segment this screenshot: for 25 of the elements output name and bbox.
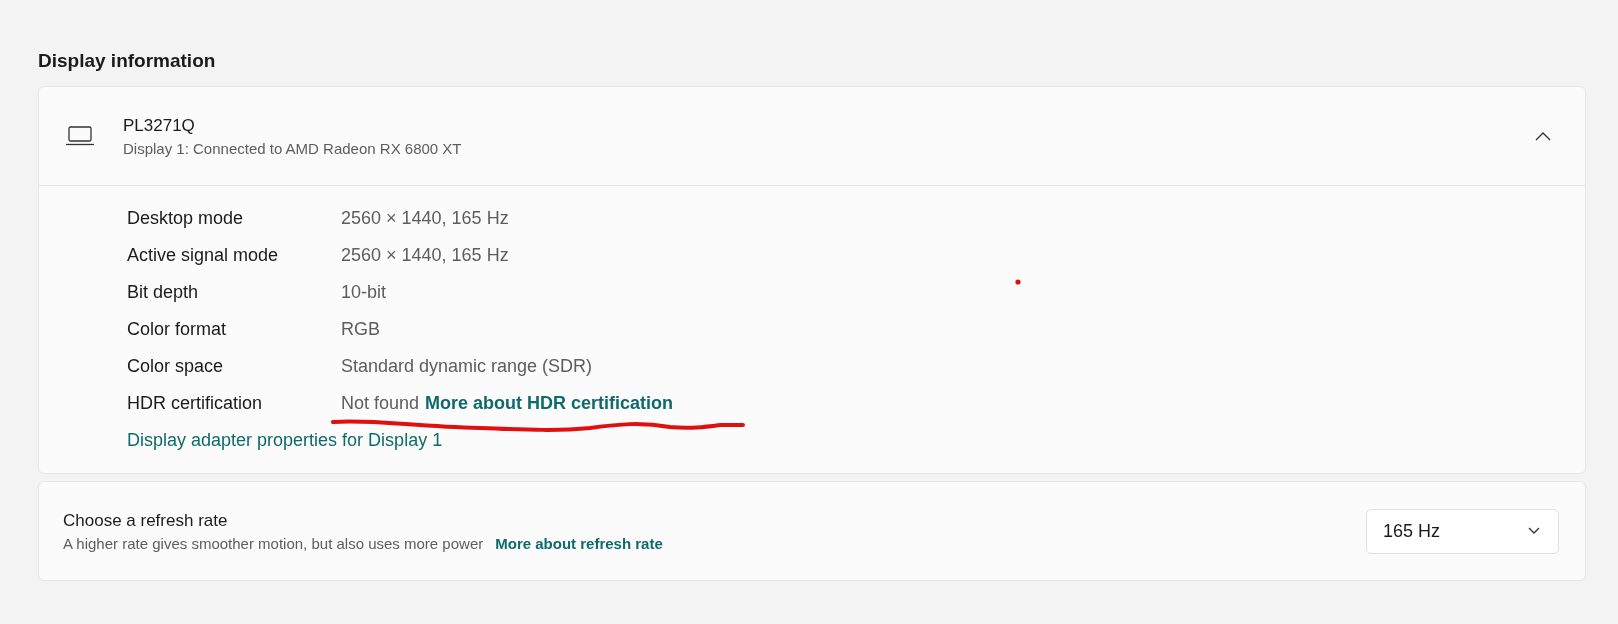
detail-value: Standard dynamic range (SDR) <box>341 356 593 377</box>
detail-label: Color space <box>127 356 225 377</box>
detail-label: Bit depth <box>127 282 200 303</box>
hdr-link[interactable]: More about HDR certification <box>425 393 674 414</box>
detail-value: RGB <box>341 319 380 340</box>
detail-value: 2560 × 1440, 165 Hz <box>341 208 509 229</box>
adapter-properties-link[interactable]: Display adapter properties for Display 1 <box>127 430 1585 451</box>
dot-mark <box>1015 279 1021 285</box>
display-name: PL3271Q <box>123 115 196 136</box>
chevron-icon[interactable] <box>1535 131 1551 141</box>
detail-label: HDR certification <box>127 393 264 414</box>
display-subtitle: Display 1: Connected to AMD Radeon RX 6800 XT <box>123 139 463 157</box>
refresh-title: Choose a refresh rate <box>63 510 229 531</box>
refresh-rate-dropdown[interactable]: 165 Hz <box>1366 508 1559 554</box>
detail-label: Desktop mode <box>127 208 245 229</box>
detail-label: Active signal mode <box>127 245 280 266</box>
detail-value: Not found <box>341 393 420 414</box>
section-title: Display information <box>38 50 217 72</box>
detail-label: Color format <box>127 319 228 340</box>
refresh-description: A higher rate gives smoother motion, but also uses more power <box>63 534 484 552</box>
laptop-icon <box>65 126 95 146</box>
refresh-link[interactable]: More about refresh rate <box>495 534 663 552</box>
chevron-down-icon <box>1528 527 1540 535</box>
detail-value: 2560 × 1440, 165 Hz <box>341 245 509 266</box>
detail-value: 10-bit <box>341 282 387 303</box>
